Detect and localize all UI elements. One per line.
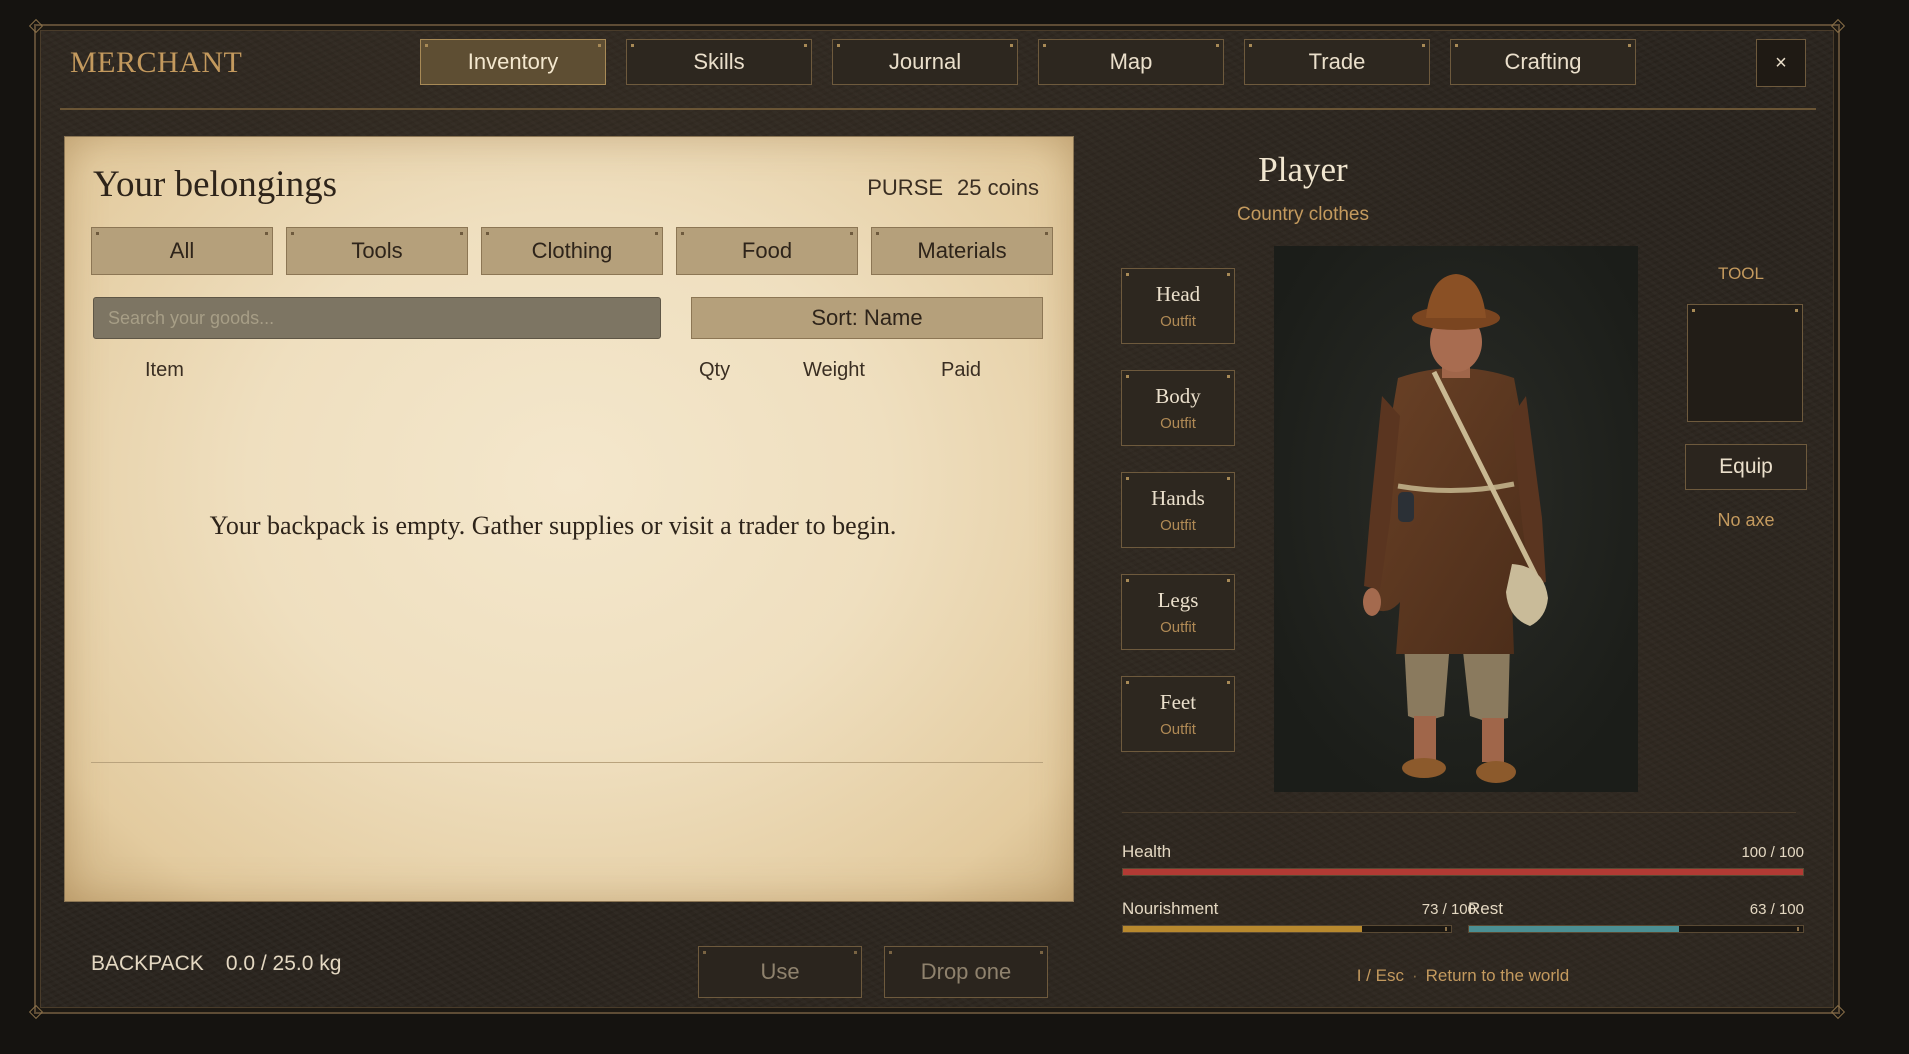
equip-slot-feet[interactable]: Feet Outfit bbox=[1121, 676, 1235, 752]
nourishment-bar-fill bbox=[1123, 926, 1363, 932]
nourishment-label: Nourishment bbox=[1122, 899, 1219, 918]
tab-map[interactable]: Map bbox=[1038, 39, 1224, 85]
slot-value: Outfit bbox=[1160, 619, 1196, 636]
filter-materials[interactable]: Materials bbox=[871, 227, 1053, 275]
belongings-panel: Your belongings PURSE 25 coins All Tools … bbox=[64, 136, 1074, 902]
backpack-label: BACKPACK bbox=[91, 952, 204, 975]
backpack-value: 0.0 / 25.0 kg bbox=[225, 952, 342, 975]
frame-corner-ornament bbox=[1830, 1004, 1846, 1020]
tool-label: TOOL bbox=[1718, 264, 1764, 283]
slot-value: Outfit bbox=[1160, 313, 1196, 330]
health-value: 100 / 100 bbox=[1741, 844, 1804, 861]
equip-slot-legs[interactable]: Legs Outfit bbox=[1121, 574, 1235, 650]
column-header-paid[interactable]: Paid bbox=[941, 359, 981, 382]
rest-value: 63 / 100 bbox=[1749, 901, 1804, 918]
nourishment-bar bbox=[1122, 925, 1452, 933]
close-icon: × bbox=[1775, 51, 1787, 74]
nourishment-value: 73 / 100 bbox=[1421, 901, 1476, 918]
filter-all[interactable]: All bbox=[91, 227, 273, 275]
slot-value: Outfit bbox=[1160, 415, 1196, 432]
equip-button[interactable]: Equip bbox=[1685, 444, 1807, 490]
health-bar-fill bbox=[1123, 869, 1803, 875]
stats-divider bbox=[1122, 812, 1796, 813]
header-divider bbox=[60, 108, 1816, 110]
search-input[interactable] bbox=[93, 297, 661, 339]
drop-one-button[interactable]: Drop one bbox=[884, 946, 1048, 998]
purse-display: PURSE 25 coins bbox=[867, 175, 1039, 201]
hint-text[interactable]: Return to the world bbox=[1426, 966, 1570, 985]
frame-corner-ornament bbox=[28, 18, 44, 34]
player-name: Player bbox=[1258, 150, 1348, 189]
frame-corner-ornament bbox=[28, 1004, 44, 1020]
equip-slot-hands[interactable]: Hands Outfit bbox=[1121, 472, 1235, 548]
slot-name: Body bbox=[1155, 384, 1201, 408]
bar-end-tick bbox=[1445, 927, 1447, 931]
tab-crafting[interactable]: Crafting bbox=[1450, 39, 1636, 85]
tool-slot[interactable] bbox=[1687, 304, 1803, 422]
main-tabs: Inventory Skills Journal Map Trade Craft… bbox=[420, 39, 1636, 85]
bar-end-tick bbox=[1797, 927, 1799, 931]
slot-name: Feet bbox=[1159, 690, 1197, 714]
equip-slot-body[interactable]: Body Outfit bbox=[1121, 370, 1235, 446]
category-filters: All Tools Clothing Food Materials bbox=[91, 227, 1053, 275]
belongings-title: Your belongings bbox=[93, 164, 337, 205]
backpack-weight: BACKPACK 0.0 / 25.0 kg bbox=[91, 952, 341, 976]
purse-value: 25 coins bbox=[957, 175, 1039, 200]
tool-status: No axe bbox=[1717, 510, 1775, 530]
tab-journal[interactable]: Journal bbox=[832, 39, 1018, 85]
slot-name: Legs bbox=[1157, 588, 1199, 612]
filter-clothing[interactable]: Clothing bbox=[481, 227, 663, 275]
use-button[interactable]: Use bbox=[698, 946, 862, 998]
health-label: Health bbox=[1122, 842, 1172, 861]
return-hint: I / Esc · Return to the world bbox=[1122, 966, 1804, 986]
brand-title: MERCHANT bbox=[70, 46, 243, 79]
filter-tools[interactable]: Tools bbox=[286, 227, 468, 275]
hint-separator: · bbox=[1411, 966, 1418, 985]
frame-corner-ornament bbox=[1830, 18, 1846, 34]
character-portrait bbox=[1274, 246, 1638, 792]
inventory-window: MERCHANT Inventory Skills Journal Map Tr… bbox=[28, 18, 1846, 1020]
rest-label: Rest bbox=[1468, 899, 1503, 918]
sort-button[interactable]: Sort: Name bbox=[691, 297, 1043, 339]
slot-name: Head bbox=[1155, 282, 1201, 306]
column-header-qty[interactable]: Qty bbox=[699, 359, 730, 382]
purse-label: PURSE bbox=[867, 175, 944, 200]
hint-keys: I / Esc bbox=[1356, 966, 1404, 985]
tab-trade[interactable]: Trade bbox=[1244, 39, 1430, 85]
column-header-weight[interactable]: Weight bbox=[803, 359, 865, 382]
slot-value: Outfit bbox=[1160, 721, 1196, 738]
character-figure bbox=[1274, 246, 1638, 792]
tab-skills[interactable]: Skills bbox=[626, 39, 812, 85]
health-bar bbox=[1122, 868, 1804, 876]
equip-slot-head[interactable]: Head Outfit bbox=[1121, 268, 1235, 344]
tab-inventory[interactable]: Inventory bbox=[420, 39, 606, 85]
slot-value: Outfit bbox=[1160, 517, 1196, 534]
close-button[interactable]: × bbox=[1756, 39, 1806, 87]
slot-name: Hands bbox=[1151, 486, 1205, 510]
player-outfit: Country clothes bbox=[1236, 204, 1369, 225]
rest-bar bbox=[1468, 925, 1804, 933]
column-header-item[interactable]: Item bbox=[145, 359, 184, 382]
list-divider bbox=[91, 762, 1043, 763]
filter-food[interactable]: Food bbox=[676, 227, 858, 275]
rest-bar-fill bbox=[1469, 926, 1680, 932]
empty-backpack-message: Your backpack is empty. Gather supplies … bbox=[209, 511, 897, 540]
